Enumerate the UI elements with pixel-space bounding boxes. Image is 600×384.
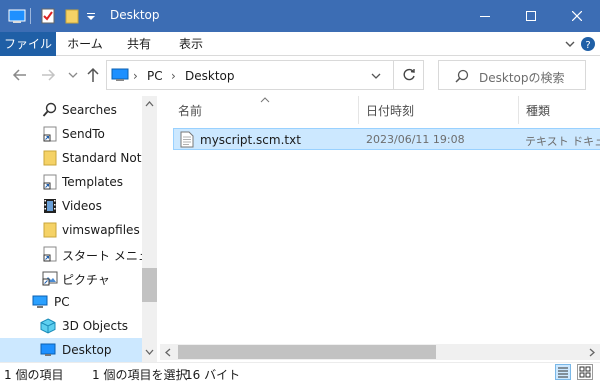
- breadcrumb-sep-icon[interactable]: ›: [171, 69, 176, 83]
- shortcut-folder-icon: [43, 126, 57, 142]
- scroll-down-icon[interactable]: [145, 348, 154, 356]
- up-arrow-icon[interactable]: [86, 67, 100, 83]
- nav-item-label: スタート メニュー: [62, 249, 142, 263]
- text-file-icon: [180, 131, 194, 148]
- computer-icon: [32, 295, 48, 308]
- nav-item-sendto[interactable]: SendTo: [0, 122, 142, 146]
- file-type: テキスト ドキュメント: [525, 135, 600, 148]
- navigation-pane: Searches SendTo Standard Notes Templates…: [0, 96, 158, 362]
- column-header-date[interactable]: 日付時刻: [366, 102, 414, 119]
- nav-item-label: Templates: [62, 175, 124, 189]
- nav-item-label: vimswapfiles: [62, 223, 140, 237]
- maximize-icon: [526, 11, 536, 21]
- search-box[interactable]: Desktopの検索: [438, 60, 586, 90]
- window-title: Desktop: [110, 8, 160, 22]
- explorer-window-icon[interactable]: [8, 8, 26, 24]
- nav-item-label: 3D Objects: [62, 319, 129, 333]
- nav-item-label: PC: [54, 295, 70, 309]
- sort-ascending-icon: [260, 97, 270, 103]
- nav-item-label: Desktop: [62, 343, 112, 357]
- breadcrumb-sep-icon[interactable]: ›: [133, 69, 138, 83]
- nav-item-videos[interactable]: Videos: [0, 194, 142, 218]
- back-arrow-icon[interactable]: [12, 68, 28, 82]
- nav-item-label: ピクチャ: [62, 273, 110, 287]
- shortcut-folder-icon: [43, 246, 57, 262]
- refresh-icon: [403, 68, 415, 81]
- new-folder-icon[interactable]: [64, 8, 80, 24]
- scroll-up-icon[interactable]: [145, 100, 154, 108]
- shortcut-folder-icon: [42, 271, 58, 286]
- shortcut-folder-icon: [43, 174, 57, 190]
- ribbon-tabs: ファイル ホーム 共有 表示 ?: [0, 32, 600, 56]
- titlebar-separator: [30, 8, 31, 24]
- maximize-button[interactable]: [508, 0, 554, 32]
- column-divider[interactable]: [358, 96, 359, 124]
- nav-item-3d-objects[interactable]: 3D Objects: [0, 314, 142, 338]
- nav-item-label: Standard Notes: [62, 151, 142, 165]
- column-divider[interactable]: [518, 96, 519, 124]
- file-name: myscript.scm.txt: [200, 133, 301, 147]
- recent-locations-chevron-icon[interactable]: [68, 70, 78, 80]
- quick-access-dropdown-icon[interactable]: [86, 8, 96, 24]
- scroll-left-icon[interactable]: [164, 348, 172, 357]
- file-date: 2023/06/11 19:08: [366, 133, 465, 146]
- tab-file[interactable]: ファイル: [0, 32, 56, 56]
- status-item-count: 1 個の項目: [4, 368, 64, 382]
- svg-text:?: ?: [585, 40, 590, 51]
- search-icon: [455, 69, 469, 83]
- expand-ribbon-chevron-icon[interactable]: [564, 36, 576, 52]
- nav-scroll-thumb[interactable]: [142, 268, 157, 302]
- nav-item-searches[interactable]: Searches: [0, 98, 142, 122]
- address-bar[interactable]: › PC › Desktop: [106, 60, 394, 90]
- nav-vertical-scrollbar[interactable]: [142, 96, 157, 362]
- folder-icon: [43, 150, 57, 166]
- search-icon: [42, 102, 57, 117]
- details-view-icon: [558, 367, 568, 378]
- refresh-button[interactable]: [394, 60, 424, 90]
- nav-item-standard-notes[interactable]: Standard Notes: [0, 146, 142, 170]
- scroll-right-icon[interactable]: [588, 348, 596, 357]
- nav-item-pc[interactable]: PC: [0, 290, 142, 314]
- status-bar: 1 個の項目 1 個の項目を選択 16 バイト: [0, 362, 600, 384]
- column-header-type[interactable]: 種類: [526, 102, 550, 119]
- nav-item-vimswapfiles[interactable]: vimswapfiles: [0, 218, 142, 242]
- video-folder-icon: [44, 199, 56, 213]
- help-icon[interactable]: ?: [580, 36, 596, 52]
- forward-arrow-icon[interactable]: [40, 68, 56, 82]
- address-dropdown-icon[interactable]: [371, 71, 381, 81]
- nav-item-label: SendTo: [62, 127, 105, 141]
- search-placeholder: Desktopの検索: [479, 71, 565, 85]
- status-selected-count: 1 個の項目を選択: [92, 368, 188, 382]
- large-icons-view-button[interactable]: [577, 364, 593, 380]
- nav-item-templates[interactable]: Templates: [0, 170, 142, 194]
- tab-home[interactable]: ホーム: [60, 32, 110, 56]
- desktop-icon: [40, 343, 56, 356]
- desktop-location-icon: [111, 68, 129, 81]
- properties-icon[interactable]: [40, 8, 56, 24]
- column-header-name[interactable]: 名前: [178, 102, 202, 119]
- details-view-button[interactable]: [555, 364, 571, 380]
- title-bar: Desktop: [0, 0, 600, 32]
- minimize-button[interactable]: [462, 0, 508, 32]
- breadcrumb-pc[interactable]: PC: [147, 69, 163, 83]
- minimize-icon: [480, 16, 490, 17]
- tab-view[interactable]: 表示: [168, 32, 214, 56]
- content-scroll-thumb[interactable]: [178, 345, 436, 359]
- nav-item-pictures[interactable]: ピクチャ: [0, 266, 142, 290]
- nav-item-label: Videos: [62, 199, 102, 213]
- close-icon: [572, 11, 582, 21]
- nav-item-desktop[interactable]: Desktop: [0, 338, 142, 362]
- file-row[interactable]: myscript.scm.txt 2023/06/11 19:08 テキスト ド…: [173, 128, 600, 150]
- nav-item-start-menu[interactable]: スタート メニュー: [0, 242, 142, 266]
- close-button[interactable]: [554, 0, 600, 32]
- status-selected-size: 16 バイト: [185, 368, 241, 382]
- breadcrumb-desktop[interactable]: Desktop: [185, 69, 235, 83]
- folder-icon: [43, 222, 57, 238]
- tab-share[interactable]: 共有: [116, 32, 162, 56]
- large-icons-view-icon: [579, 366, 591, 378]
- nav-item-label: Searches: [62, 103, 117, 117]
- 3d-objects-icon: [40, 318, 56, 334]
